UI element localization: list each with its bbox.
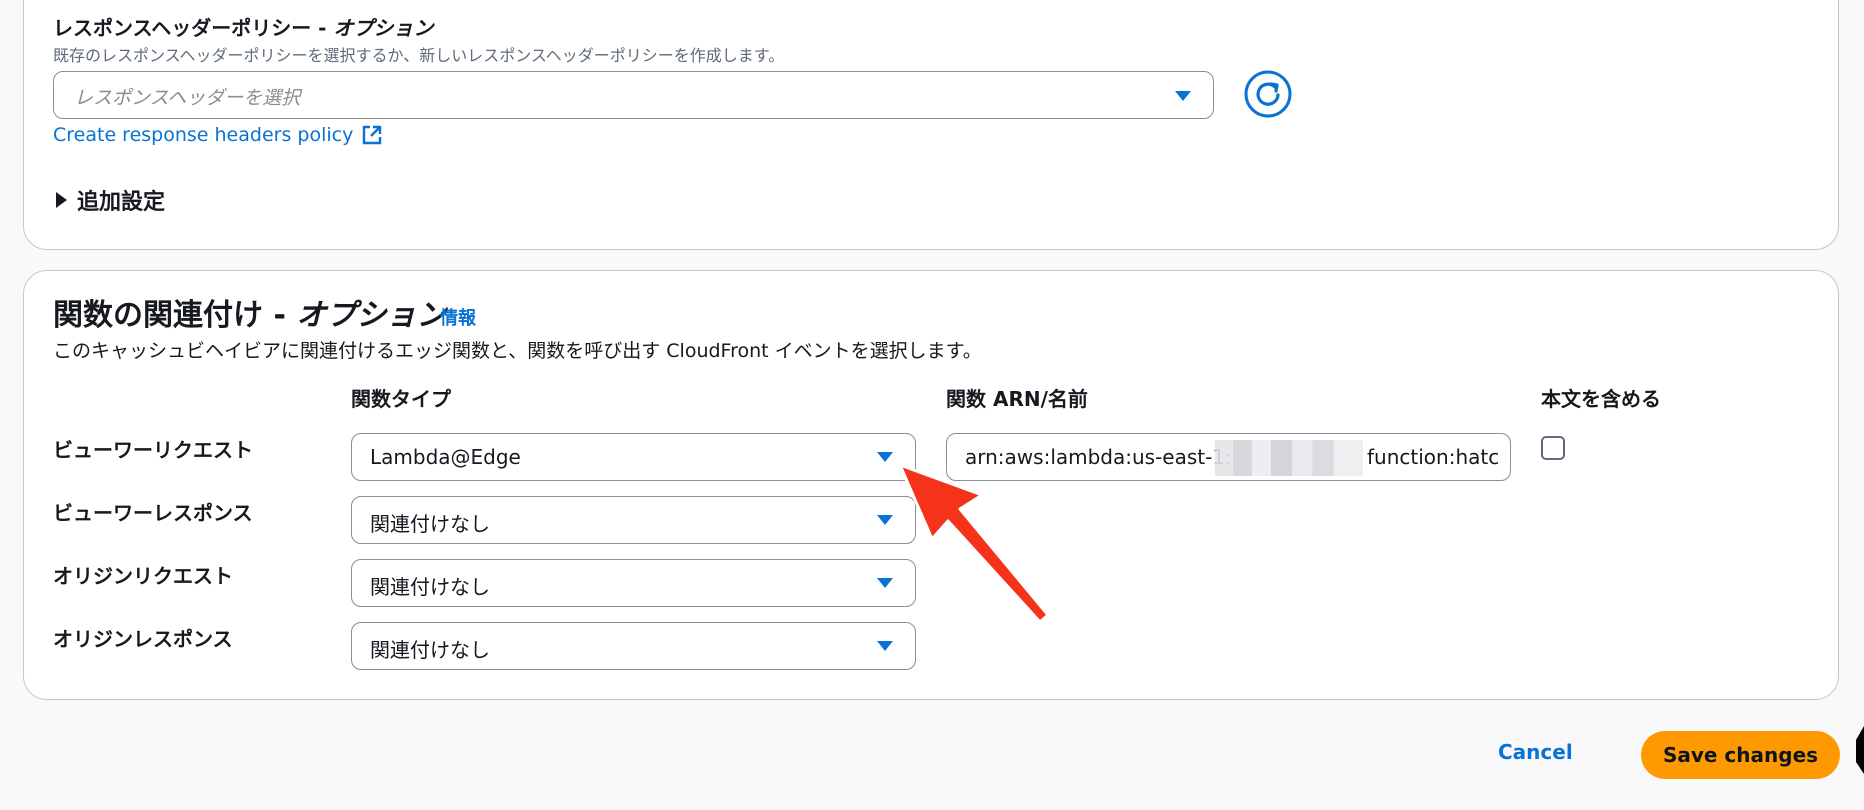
origin-response-function-type-select[interactable]: 関連付けなし — [351, 622, 916, 670]
additional-settings-label: 追加設定 — [77, 190, 166, 215]
caret-right-icon — [56, 192, 67, 208]
mouse-cursor-icon — [1856, 726, 1864, 774]
origin-request-function-type-select[interactable]: 関連付けなし — [351, 559, 916, 607]
annotation-arrow — [898, 463, 1050, 624]
external-link-icon — [363, 125, 382, 145]
column-header-include-body: 本文を含める — [1541, 387, 1661, 411]
select-value: Lambda@Edge — [370, 445, 521, 469]
response-headers-select[interactable]: レスポンスヘッダーを選択 — [53, 71, 1214, 119]
viewer-response-function-type-select[interactable]: 関連付けなし — [351, 496, 916, 544]
redacted-account-id — [1215, 440, 1363, 476]
refresh-icon — [1244, 70, 1292, 118]
arn-value-suffix: function:hatc — [1367, 445, 1500, 469]
column-header-function-arn: 関数 ARN/名前 — [946, 387, 1088, 411]
row-label-viewer-response: ビューワーレスポンス — [53, 501, 253, 525]
viewer-request-function-type-select[interactable]: Lambda@Edge — [351, 433, 916, 481]
page: レスポンスヘッダーポリシー - オプション 既存のレスポンスヘッダーポリシーを選… — [0, 0, 1864, 810]
response-headers-policy-label: レスポンスヘッダーポリシー - オプション — [53, 16, 434, 40]
select-value: 関連付けなし — [370, 638, 490, 662]
response-headers-select-placeholder: レスポンスヘッダーを選択 — [74, 87, 301, 109]
save-changes-button[interactable]: Save changes — [1641, 731, 1840, 779]
row-label-origin-response: オリジンレスポンス — [53, 627, 233, 651]
caret-down-icon — [877, 641, 893, 651]
row-label-origin-request: オリジンリクエスト — [53, 564, 233, 588]
create-response-headers-policy-label: Create response headers policy — [53, 124, 354, 146]
row-label-viewer-request: ビューワーリクエスト — [53, 438, 253, 462]
column-header-function-type: 関数タイプ — [351, 387, 451, 411]
function-associations-description: このキャッシュビヘイビアに関連付けるエッジ関数と、関数を呼び出す CloudFr… — [53, 340, 982, 362]
select-value: 関連付けなし — [370, 575, 490, 599]
cancel-button[interactable]: Cancel — [1498, 740, 1573, 764]
include-body-checkbox[interactable] — [1541, 436, 1565, 460]
select-value: 関連付けなし — [370, 512, 490, 536]
refresh-button[interactable] — [1244, 70, 1292, 118]
create-response-headers-policy-link[interactable]: Create response headers policy — [53, 124, 383, 146]
function-associations-title: 関数の関連付け - オプション — [53, 298, 447, 333]
info-link[interactable]: 情報 — [440, 304, 476, 330]
response-headers-policy-description: 既存のレスポンスヘッダーポリシーを選択するか、新しいレスポンスヘッダーポリシーを… — [53, 46, 785, 65]
caret-down-icon — [1175, 91, 1191, 101]
additional-settings-expander[interactable]: 追加設定 — [56, 184, 165, 216]
